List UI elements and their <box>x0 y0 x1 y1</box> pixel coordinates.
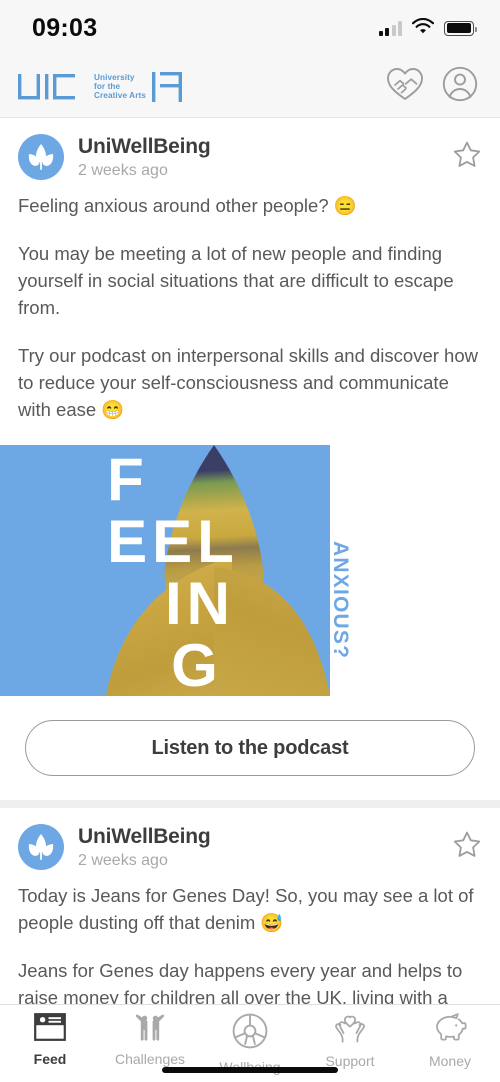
status-bar-indicators <box>378 17 478 39</box>
post-cta-wrap: Listen to the podcast <box>0 696 500 794</box>
tab-label-money: Money <box>428 1053 472 1069</box>
uca-logo-a-mark <box>151 71 182 102</box>
phone-screen: 09:03 University for the Creative Arts U… <box>0 0 500 1082</box>
post-header: UniWellBeing 2 weeks ago <box>0 118 500 182</box>
post-timestamp: 2 weeks ago <box>78 852 168 869</box>
listen-to-podcast-button[interactable]: Listen to the podcast <box>25 720 475 776</box>
post-body: Feeling anxious around other people? 😑 Y… <box>0 182 500 423</box>
hands-heart-icon <box>332 1013 368 1048</box>
podcast-artwork-canvas: F EEL IN G <box>0 445 330 696</box>
artwork-vertical-text: ANXIOUS? <box>329 541 352 660</box>
post-paragraph: Today is Jeans for Genes Day! So, you ma… <box>18 885 474 933</box>
app-header: University for the Creative Arts <box>0 56 500 118</box>
tab-label-challenges: Challenges <box>114 1051 186 1067</box>
tab-wellbeing[interactable]: Wellbeing <box>200 1013 300 1075</box>
post-card: UniWellBeing 2 weeks ago Feeling anxious… <box>0 118 500 800</box>
plant-leaf-avatar[interactable] <box>18 134 64 180</box>
artwork-title-line-1: F <box>107 446 149 513</box>
star-outline-icon[interactable] <box>452 134 482 175</box>
post-author: UniWellBeing <box>78 135 211 158</box>
logo-line-1: University <box>94 72 135 82</box>
artwork-leaf-right <box>214 567 330 696</box>
feed-list[interactable]: UniWellBeing 2 weeks ago Feeling anxious… <box>0 118 500 1004</box>
post-meta: UniWellBeing 2 weeks ago <box>78 824 452 870</box>
status-bar-time: 09:03 <box>32 13 98 42</box>
podcast-artwork[interactable]: F EEL IN G ANXIOUS? <box>0 445 500 696</box>
tab-money[interactable]: Money <box>400 1013 500 1069</box>
cellular-signal-icon <box>378 20 402 36</box>
wellbeing-wheel-icon <box>232 1013 268 1054</box>
post-meta: UniWellBeing 2 weeks ago <box>78 134 452 180</box>
post-paragraph: Feeling anxious around other people? 😑 <box>18 195 357 216</box>
piggy-bank-icon <box>432 1013 468 1048</box>
status-bar: 09:03 <box>0 0 500 56</box>
tab-support[interactable]: Support <box>300 1013 400 1069</box>
feed-card-icon <box>34 1013 66 1046</box>
star-outline-icon[interactable] <box>452 824 482 865</box>
wifi-icon <box>411 17 435 39</box>
plant-leaf-avatar[interactable] <box>18 824 64 870</box>
uca-logo-mark <box>18 73 75 99</box>
logo-line-2: for the <box>94 81 121 91</box>
app-header-actions <box>386 66 478 107</box>
tab-challenges[interactable]: Challenges <box>100 1013 200 1067</box>
tab-label-feed: Feed <box>33 1051 67 1067</box>
logo-line-3: Creative Arts <box>94 91 146 101</box>
battery-full-icon <box>444 20 478 36</box>
post-author: UniWellBeing <box>78 825 211 848</box>
handshake-heart-icon[interactable] <box>386 66 424 107</box>
post-paragraph: You may be meeting a lot of new people a… <box>18 243 454 318</box>
home-indicator[interactable] <box>162 1067 338 1073</box>
post-paragraph: Jeans for Genes day happens every year a… <box>18 960 463 1004</box>
tab-feed[interactable]: Feed <box>0 1013 100 1067</box>
post-header: UniWellBeing 2 weeks ago <box>0 808 500 872</box>
post-card: UniWellBeing 2 weeks ago Today is Jeans … <box>0 808 500 1004</box>
user-profile-icon[interactable] <box>442 66 478 107</box>
two-people-icon <box>133 1013 167 1046</box>
post-timestamp: 2 weeks ago <box>78 162 168 179</box>
uca-logo-wordmark: University for the Creative Arts <box>94 73 146 101</box>
post-body: Today is Jeans for Genes Day! So, you ma… <box>0 872 500 1004</box>
post-paragraph: Try our podcast on interpersonal skills … <box>18 345 478 420</box>
uca-logo[interactable]: University for the Creative Arts <box>18 70 190 104</box>
